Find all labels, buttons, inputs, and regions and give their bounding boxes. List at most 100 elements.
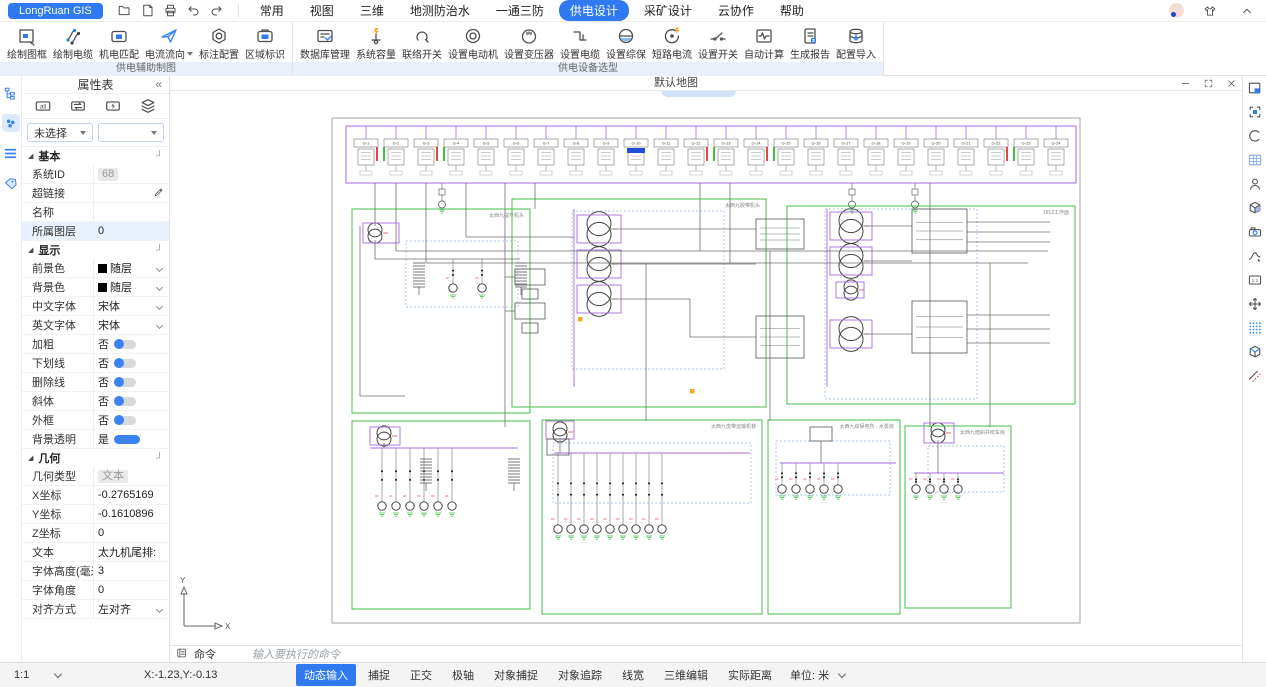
quick-filter-tab[interactable]	[103, 97, 123, 115]
map-tab-title[interactable]: 默认地图	[170, 76, 1182, 91]
short-circuit-button[interactable]: 短路电流	[649, 24, 695, 62]
save-file-button[interactable]	[139, 2, 156, 19]
object-type-select[interactable]: 未选择	[27, 123, 93, 142]
curve-pen-button[interactable]	[1246, 247, 1263, 264]
property-value[interactable]	[94, 184, 169, 202]
layer-tree-button[interactable]	[2, 84, 20, 102]
toggle-switch[interactable]	[114, 340, 136, 349]
property-value[interactable]: 左对齐	[94, 600, 169, 618]
menu-tab[interactable]: 供电设计	[559, 0, 629, 21]
extent-button[interactable]	[1246, 103, 1263, 120]
cube-button[interactable]	[1246, 343, 1263, 360]
menu-tab[interactable]: 常用	[249, 0, 295, 21]
config-import-button[interactable]: 配置导入	[833, 24, 879, 62]
property-value[interactable]: -0.2765169	[94, 486, 169, 504]
system-capacity-button[interactable]: 系统容量	[353, 24, 399, 62]
object-cluster-button[interactable]	[2, 114, 20, 132]
status-toggle-button[interactable]: 对象捕捉	[486, 664, 546, 686]
dot-grid-button[interactable]	[1246, 319, 1263, 336]
set-cable-button[interactable]: 设置电缆	[557, 24, 603, 62]
app-logo-button[interactable]: LongRuan GIS	[8, 3, 103, 19]
property-value[interactable]: 宋体	[94, 316, 169, 334]
electromech-match-button[interactable]: 机电匹配	[96, 24, 142, 62]
draw-cable-button[interactable]: 绘制电缆	[50, 24, 96, 62]
status-toggle-button[interactable]: 对象追踪	[550, 664, 610, 686]
property-value[interactable]: 否	[94, 411, 169, 429]
property-value[interactable]: 否	[94, 354, 169, 372]
status-toggle-button[interactable]: 正交	[402, 664, 440, 686]
property-value[interactable]: 否	[94, 392, 169, 410]
menu-tab[interactable]: 帮助	[769, 0, 815, 21]
property-value[interactable]: 随层	[94, 259, 169, 277]
toggle-switch[interactable]	[114, 378, 136, 387]
collapse-ribbon-icon[interactable]	[1238, 2, 1255, 19]
property-value[interactable]: 3	[94, 562, 169, 580]
menu-tab[interactable]: 三维	[349, 0, 395, 21]
theme-skin-icon[interactable]	[1201, 2, 1218, 19]
camera-view-button[interactable]	[1246, 223, 1263, 240]
property-value[interactable]: 否	[94, 335, 169, 353]
undo-button[interactable]	[185, 2, 202, 19]
object-instance-select[interactable]	[98, 123, 164, 142]
status-toggle-button[interactable]: 实际距离	[720, 664, 780, 686]
toggle-switch[interactable]	[114, 435, 140, 444]
menu-tab[interactable]: 一通三防	[485, 0, 555, 21]
toggle-switch[interactable]	[114, 416, 136, 425]
status-toggle-button[interactable]: 极轴	[444, 664, 482, 686]
unit-select[interactable]: 单位: 米	[790, 667, 845, 683]
menu-tab[interactable]: 采矿设计	[633, 0, 703, 21]
menu-tab[interactable]: 视图	[299, 0, 345, 21]
pan-button[interactable]	[1246, 295, 1263, 312]
menu-tab[interactable]: 云协作	[707, 0, 765, 21]
property-value[interactable]: 68	[94, 165, 169, 183]
report-button[interactable]: 生成报告	[787, 24, 833, 62]
property-value[interactable]: 随层	[94, 278, 169, 296]
property-value[interactable]: 太九机尾排:	[94, 543, 169, 561]
status-toggle-button[interactable]: 捕捉	[360, 664, 398, 686]
property-value[interactable]	[94, 203, 169, 221]
property-value[interactable]: 否	[94, 373, 169, 391]
section-header[interactable]: ◢基本┘	[22, 147, 169, 165]
all-filter-tab[interactable]: all	[33, 97, 53, 115]
status-toggle-button[interactable]: 动态输入	[296, 664, 356, 686]
swap-filter-tab[interactable]	[68, 97, 88, 115]
set-switch-button[interactable]: 设置开关	[695, 24, 741, 62]
collapse-panel-button[interactable]: «	[155, 77, 162, 91]
set-transformer-button[interactable]: 设置变压器	[501, 24, 557, 62]
status-toggle-button[interactable]: 线宽	[614, 664, 652, 686]
toggle-switch[interactable]	[114, 397, 136, 406]
section-header[interactable]: ◢显示┘	[22, 241, 169, 259]
circle-arc-button[interactable]	[1246, 127, 1263, 144]
grid-map-button[interactable]	[1246, 151, 1263, 168]
set-protection-button[interactable]: 设置综保	[603, 24, 649, 62]
property-value[interactable]: 宋体	[94, 297, 169, 315]
set-motor-button[interactable]: 设置电动机	[445, 24, 501, 62]
property-value[interactable]: 0	[94, 581, 169, 599]
open-file-button[interactable]	[116, 2, 133, 19]
section-header[interactable]: ◢几何┘	[22, 449, 169, 467]
close-button[interactable]	[1225, 77, 1238, 90]
layers-filter-tab[interactable]	[138, 97, 158, 115]
minimize-button[interactable]	[1179, 77, 1192, 90]
property-value[interactable]: 是	[94, 430, 169, 448]
property-list-button[interactable]	[2, 144, 20, 162]
tie-switch-button[interactable]: 联络开关	[399, 24, 445, 62]
toggle-switch[interactable]	[114, 359, 136, 368]
pencil-edit-icon[interactable]	[153, 186, 165, 201]
user-avatar[interactable]	[1169, 3, 1184, 18]
menu-tab[interactable]: 地测防治水	[399, 0, 481, 21]
current-flow-button[interactable]: 电流流向	[142, 24, 196, 62]
database-manage-button[interactable]: 数据库管理	[297, 24, 353, 62]
measure-button[interactable]	[1246, 367, 1263, 384]
zoom-scale-select[interactable]: 1:1	[14, 669, 144, 681]
scale-1to1-button[interactable]: 1:1	[1246, 271, 1263, 288]
property-value[interactable]: 0	[94, 222, 169, 240]
property-value[interactable]: 文本	[94, 467, 169, 485]
draw-frame-button[interactable]: 绘制图框	[4, 24, 50, 62]
user-button[interactable]	[1246, 175, 1263, 192]
auto-calc-button[interactable]: 自动计算	[741, 24, 787, 62]
command-input[interactable]: 输入要执行的命令	[252, 646, 1236, 662]
label-tag-button[interactable]	[2, 174, 20, 192]
redo-button[interactable]	[208, 2, 225, 19]
annotation-config-button[interactable]: 标注配置	[196, 24, 242, 62]
